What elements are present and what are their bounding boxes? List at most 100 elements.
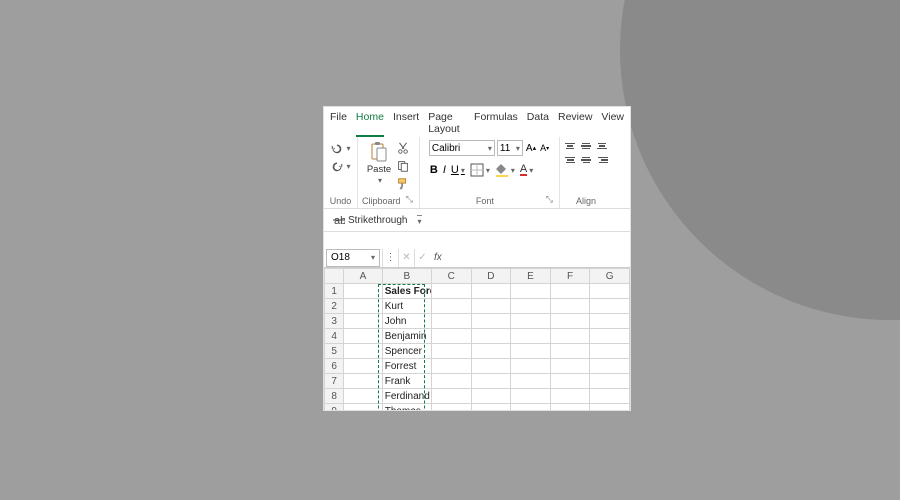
align-middle-button[interactable]	[579, 140, 593, 152]
row-header[interactable]: 9	[325, 404, 344, 412]
row-header[interactable]: 2	[325, 299, 344, 314]
cell[interactable]	[471, 329, 511, 344]
fx-label[interactable]: fx	[430, 252, 446, 263]
cell[interactable]	[431, 329, 471, 344]
cell[interactable]: John	[382, 314, 431, 329]
cell[interactable]	[344, 344, 383, 359]
cell[interactable]	[511, 299, 551, 314]
cell[interactable]	[590, 284, 630, 299]
align-bottom-button[interactable]	[595, 140, 609, 152]
cell[interactable]	[590, 359, 630, 374]
tab-page-layout[interactable]: Page Layout	[428, 109, 465, 137]
cell[interactable]	[471, 404, 511, 412]
col-header[interactable]: F	[550, 269, 590, 284]
cell[interactable]: Sales Force	[382, 284, 431, 299]
format-painter-button[interactable]	[395, 176, 411, 192]
cell[interactable]: Kurt	[382, 299, 431, 314]
cell[interactable]	[431, 344, 471, 359]
name-box[interactable]: O18 ▾	[326, 249, 380, 267]
enter-formula-button[interactable]: ✓	[414, 249, 430, 267]
cell[interactable]	[344, 314, 383, 329]
tab-file[interactable]: File	[330, 109, 347, 137]
row-header[interactable]: 8	[325, 389, 344, 404]
cell[interactable]	[550, 299, 590, 314]
cell[interactable]	[590, 374, 630, 389]
cell[interactable]: Frank	[382, 374, 431, 389]
cell[interactable]	[344, 389, 383, 404]
row-header[interactable]: 1	[325, 284, 344, 299]
cell[interactable]	[431, 314, 471, 329]
tab-home[interactable]: Home	[356, 109, 384, 137]
undo-button[interactable]: ▾	[329, 140, 351, 156]
cell[interactable]	[590, 329, 630, 344]
col-header[interactable]: D	[471, 269, 511, 284]
align-right-button[interactable]	[595, 154, 609, 166]
bold-button[interactable]: B	[429, 163, 439, 177]
copy-button[interactable]	[395, 158, 411, 174]
cell[interactable]	[590, 404, 630, 412]
font-color-button[interactable]: A▾	[519, 164, 534, 177]
col-header[interactable]: C	[431, 269, 471, 284]
cell[interactable]	[431, 374, 471, 389]
cell[interactable]	[511, 389, 551, 404]
cell[interactable]	[431, 389, 471, 404]
row-header[interactable]: 5	[325, 344, 344, 359]
align-left-button[interactable]	[563, 154, 577, 166]
formula-options-button[interactable]: ⋮	[382, 249, 398, 267]
cell[interactable]	[471, 344, 511, 359]
formula-input[interactable]	[446, 249, 630, 267]
font-launcher[interactable]: ⤡	[546, 194, 555, 206]
cell[interactable]	[511, 314, 551, 329]
cell[interactable]	[431, 299, 471, 314]
clipboard-launcher[interactable]: ⤡	[406, 194, 415, 206]
row-header[interactable]: 6	[325, 359, 344, 374]
increase-font-button[interactable]: A▴	[525, 142, 537, 155]
cancel-formula-button[interactable]: ✕	[398, 249, 414, 267]
row-header[interactable]: 3	[325, 314, 344, 329]
cell[interactable]	[550, 284, 590, 299]
cell[interactable]	[511, 329, 551, 344]
cell[interactable]: Thomas	[382, 404, 431, 412]
align-center-button[interactable]	[579, 154, 593, 166]
cell[interactable]	[511, 344, 551, 359]
qat-customize-button[interactable]: ▾	[414, 214, 422, 227]
cell[interactable]	[344, 374, 383, 389]
cell[interactable]	[511, 284, 551, 299]
cell[interactable]	[590, 389, 630, 404]
row-header[interactable]: 4	[325, 329, 344, 344]
cell[interactable]	[471, 389, 511, 404]
cell[interactable]	[550, 314, 590, 329]
redo-button[interactable]: ▾	[329, 158, 351, 174]
font-name-select[interactable]: Calibri ▾	[429, 140, 495, 156]
col-header[interactable]: B	[382, 269, 431, 284]
tab-view[interactable]: View	[601, 109, 624, 137]
tab-data[interactable]: Data	[527, 109, 549, 137]
row-header[interactable]: 7	[325, 374, 344, 389]
cell[interactable]	[471, 284, 511, 299]
cell[interactable]	[511, 404, 551, 412]
cell[interactable]	[344, 329, 383, 344]
tab-formulas[interactable]: Formulas	[474, 109, 518, 137]
cell[interactable]	[550, 359, 590, 374]
cell[interactable]: Forrest	[382, 359, 431, 374]
cell[interactable]	[550, 374, 590, 389]
col-header[interactable]: E	[511, 269, 551, 284]
cell[interactable]	[550, 404, 590, 412]
worksheet[interactable]: A B C D E F G 1Sales Force2Kurt3John4Ben…	[324, 268, 630, 411]
col-header[interactable]: G	[590, 269, 630, 284]
align-top-button[interactable]	[563, 140, 577, 152]
cell[interactable]	[511, 374, 551, 389]
cell[interactable]	[511, 359, 551, 374]
cell[interactable]	[590, 299, 630, 314]
cell[interactable]	[550, 389, 590, 404]
cell[interactable]: Spencer	[382, 344, 431, 359]
strikethrough-qat-button[interactable]: ab Strikethrough	[332, 213, 408, 227]
col-header[interactable]: A	[344, 269, 383, 284]
decrease-font-button[interactable]: A▾	[539, 142, 550, 154]
cell[interactable]	[471, 374, 511, 389]
cell[interactable]	[344, 284, 383, 299]
tab-insert[interactable]: Insert	[393, 109, 419, 137]
cell[interactable]	[344, 359, 383, 374]
cell[interactable]	[471, 299, 511, 314]
cell[interactable]	[344, 299, 383, 314]
